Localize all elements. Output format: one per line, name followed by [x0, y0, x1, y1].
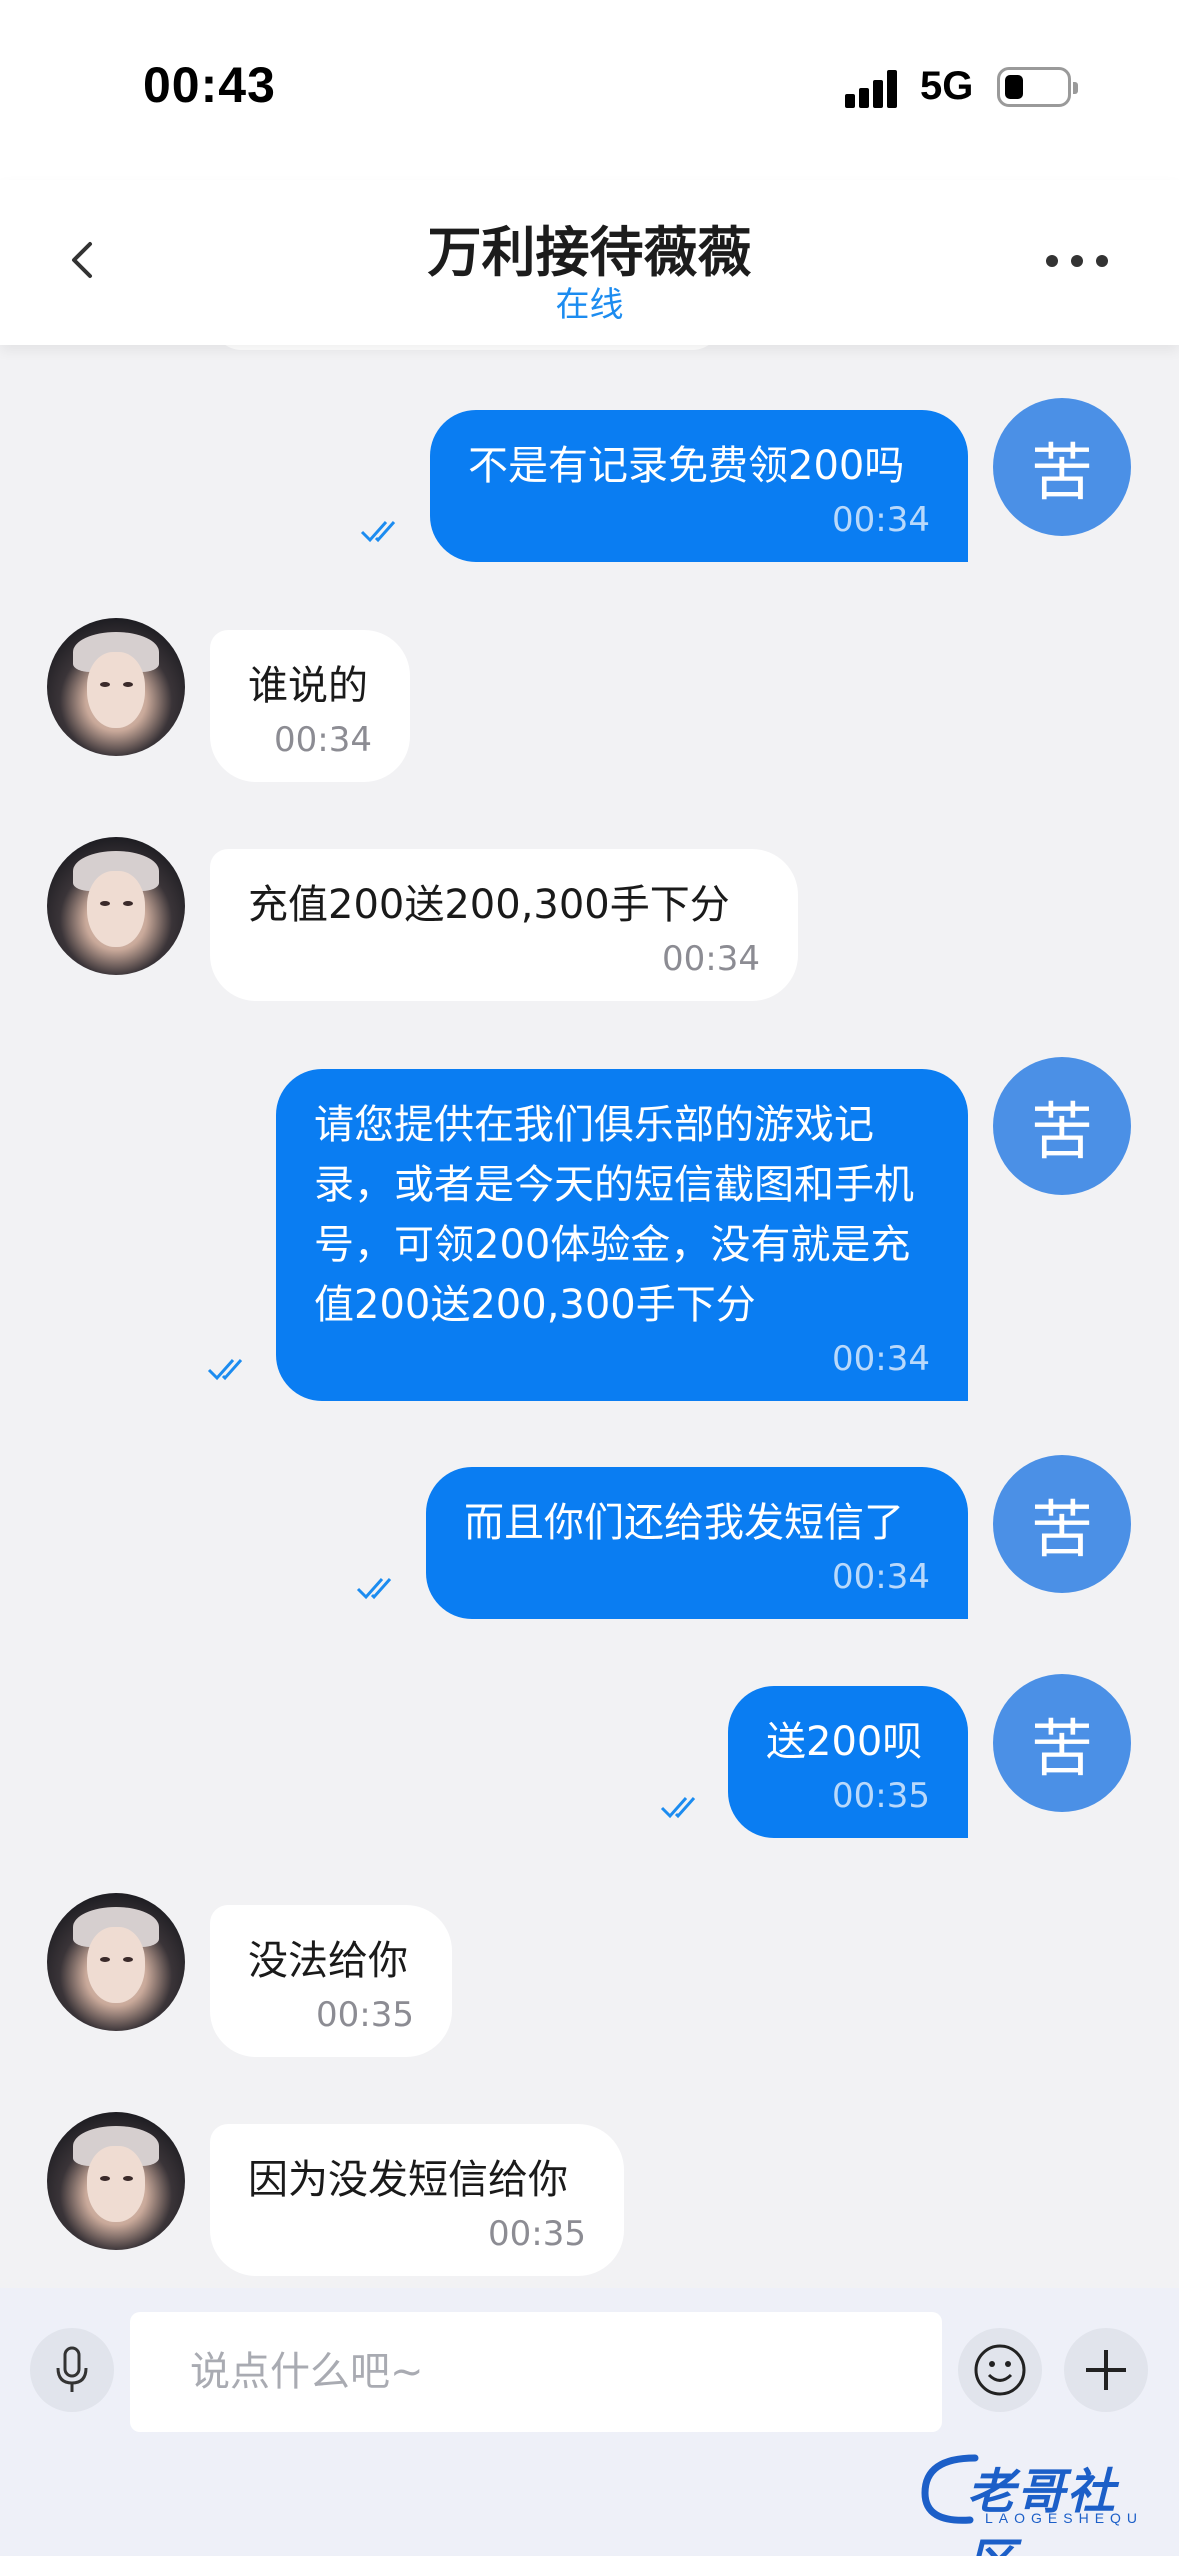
emoji-button[interactable]: [958, 2328, 1042, 2412]
contact-avatar[interactable]: [47, 1893, 185, 2031]
message-bubble-outgoing[interactable]: 请您提供在我们俱乐部的游戏记录，或者是今天的短信截图和手机号，可领200体验金，…: [276, 1069, 968, 1401]
message-time: 00:34: [274, 720, 372, 760]
chat-title: 万利接待薇薇: [427, 221, 752, 284]
battery-icon: [997, 67, 1078, 107]
message-text: 因为没发短信给你: [248, 2157, 568, 2203]
watermark-logo: 老哥社区 LAOGESHEQU: [915, 2448, 1165, 2556]
message-time: 00:34: [832, 500, 930, 540]
contact-avatar[interactable]: [47, 618, 185, 756]
message-text: 不是有记录免费领200吗: [468, 443, 905, 489]
mic-icon: [56, 2346, 88, 2392]
chat-header: 万利接待薇薇 在线: [0, 180, 1179, 345]
message-time: 00:34: [662, 939, 760, 979]
message-time: 00:35: [488, 2214, 586, 2254]
contact-avatar[interactable]: [47, 837, 185, 975]
my-avatar[interactable]: 苦: [993, 1455, 1131, 1593]
online-status: 在线: [555, 285, 624, 325]
my-avatar[interactable]: 苦: [993, 398, 1131, 536]
message-bubble-incoming[interactable]: 谁说的 00:34: [210, 630, 410, 782]
message-text: 谁说的: [248, 663, 368, 709]
contact-avatar[interactable]: [47, 2112, 185, 2250]
signal-icon: [845, 68, 905, 108]
message-time: 00:35: [316, 1995, 414, 2035]
mic-button[interactable]: [30, 2328, 114, 2412]
message-bubble-outgoing[interactable]: 而且你们还给我发短信了 00:34: [426, 1467, 968, 1619]
network-label: 5G: [920, 64, 974, 108]
watermark-text: 老哥社区: [967, 2464, 1118, 2556]
input-bar: 老哥社区 LAOGESHEQU: [0, 2288, 1179, 2556]
message-bubble-incoming[interactable]: 没法给你 00:35: [210, 1905, 452, 2057]
my-avatar[interactable]: 苦: [993, 1674, 1131, 1812]
plus-icon: [1086, 2350, 1126, 2390]
my-avatar[interactable]: 苦: [993, 1057, 1131, 1195]
message-bubble-incoming[interactable]: 因为没发短信给你 00:35: [210, 2124, 624, 2276]
add-button[interactable]: [1064, 2328, 1148, 2412]
message-text: 请您提供在我们俱乐部的游戏记录，或者是今天的短信截图和手机号，可领200体验金，…: [314, 1102, 914, 1328]
message-input[interactable]: [130, 2312, 942, 2432]
watermark-subtext: LAOGESHEQU: [985, 2510, 1144, 2526]
message-time: 00:34: [832, 1339, 930, 1379]
message-bubble-outgoing[interactable]: 不是有记录免费领200吗 00:34: [430, 410, 968, 562]
status-time: 00:43: [143, 57, 276, 113]
message-time: 00:35: [832, 1776, 930, 1816]
message-text: 送200呗: [766, 1719, 923, 1765]
message-time: 00:34: [832, 1557, 930, 1597]
message-bubble-incoming[interactable]: 充值200送200,300手下分 00:34: [210, 849, 798, 1001]
message-bubble-outgoing[interactable]: 送200呗 00:35: [728, 1686, 968, 1838]
double-check-icon: [207, 1359, 243, 1381]
message-text: 充值200送200,300手下分: [248, 882, 730, 928]
double-check-icon: [360, 521, 396, 543]
double-check-icon: [356, 1578, 392, 1600]
double-check-icon: [660, 1797, 696, 1819]
emoji-icon: [974, 2344, 1026, 2396]
more-dots-icon[interactable]: [1046, 250, 1112, 270]
message-text: 没法给你: [248, 1938, 408, 1984]
status-bar: 00:43 5G: [0, 0, 1179, 180]
message-text: 而且你们还给我发短信了: [464, 1500, 904, 1546]
